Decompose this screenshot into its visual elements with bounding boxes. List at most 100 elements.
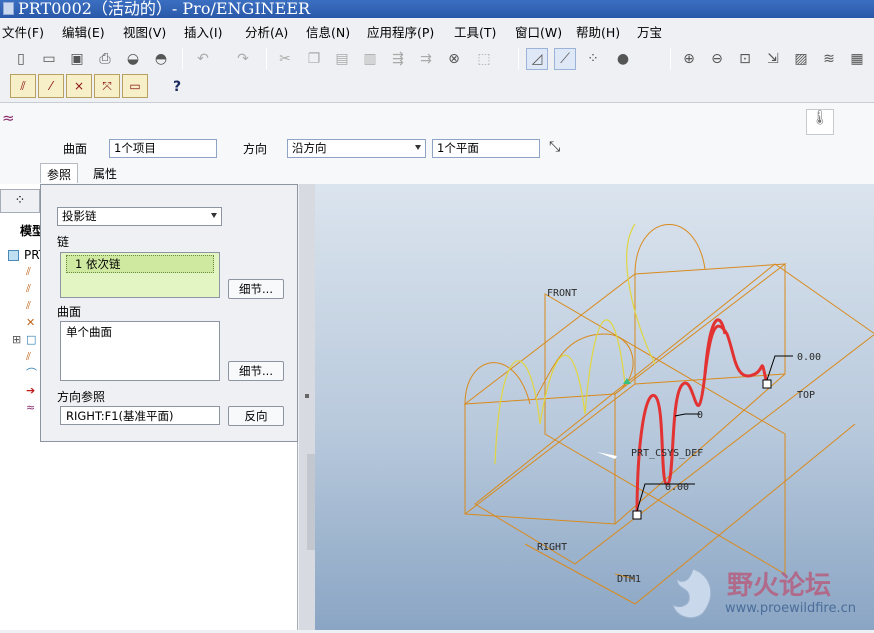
datum-point-filter-icon[interactable]: × <box>66 74 92 98</box>
watermark-url: www.proewildfire.cn <box>725 601 856 616</box>
insert-here-icon: ➔ <box>26 384 36 397</box>
sketch-curve-2 <box>539 354 586 425</box>
viewport-labels: FRONT TOP RIGHT DTM1 PRT_CSYS_DEF 0.00 0… <box>537 288 821 585</box>
watermark-title: 野火论坛 <box>727 571 832 601</box>
surfaces-label: 曲面 <box>57 305 82 319</box>
regenerate-icon[interactable]: ⇶ <box>387 48 409 70</box>
menu-edit[interactable]: 编辑(E) <box>62 22 105 41</box>
projection-type-dropdown[interactable]: 投影链 <box>57 207 222 226</box>
chain-label: 链 <box>57 235 70 249</box>
label-dim1: 0.00 <box>665 482 689 493</box>
direction-dropdown[interactable]: 沿方向 <box>287 139 426 158</box>
redo-icon[interactable]: ↷ <box>232 48 254 70</box>
select-box-icon[interactable]: ⬚ <box>471 48 497 70</box>
forum-watermark: 野火论坛 www.proewildfire.cn <box>663 563 868 623</box>
tab-properties[interactable]: 属性 <box>87 163 123 183</box>
tab-references[interactable]: 参照 <box>40 163 79 183</box>
menu-view[interactable]: 视图(V) <box>123 22 166 41</box>
print-icon[interactable]: ⎙ <box>94 48 116 70</box>
find-icon[interactable]: ⊗ <box>443 48 465 70</box>
flip-direction-icon[interactable]: ⤡ <box>549 139 560 155</box>
csys-display-icon[interactable]: ● <box>612 48 634 70</box>
splitter-handle[interactable] <box>307 454 315 550</box>
part-icon <box>8 250 19 261</box>
menu-info[interactable]: 信息(N) <box>306 22 350 41</box>
datum-point-display-icon[interactable]: ⁘ <box>582 48 604 70</box>
handle-end <box>762 379 772 389</box>
open-icon[interactable]: ▭ <box>38 48 60 70</box>
menu-tools[interactable]: 工具(T) <box>454 22 496 41</box>
email-attach-icon[interactable]: ◓ <box>150 48 172 70</box>
surfaces-details-button[interactable]: 细节... <box>228 361 284 381</box>
email-icon[interactable]: ◒ <box>122 48 144 70</box>
csys-icon: ✕ <box>26 316 36 329</box>
direction-label: 方向 <box>243 142 268 156</box>
zoom-in-icon[interactable]: ⊕ <box>678 48 700 70</box>
regen-manager-icon[interactable]: ⇉ <box>415 48 437 70</box>
copy-icon[interactable]: ❐ <box>303 48 325 70</box>
menu-insert[interactable]: 插入(I) <box>184 22 222 41</box>
grip-icon <box>305 394 309 398</box>
direction-ref-collector[interactable]: RIGHT:F1(基准平面) <box>60 406 220 425</box>
menu-applications[interactable]: 应用程序(P) <box>367 22 434 41</box>
surface-item[interactable]: 单个曲面 <box>66 324 214 340</box>
zoom-out-icon[interactable]: ⊖ <box>706 48 728 70</box>
box-right-face <box>614 264 786 525</box>
window-title: PRT0002（活动的）- Pro/ENGINEER <box>18 0 311 18</box>
view-manager-icon[interactable]: ▦ <box>846 48 868 70</box>
plane-collector[interactable]: 1个平面 <box>432 139 540 158</box>
handle-start <box>632 510 642 520</box>
saved-views-icon[interactable]: ▨ <box>790 48 812 70</box>
label-top: TOP <box>797 390 815 401</box>
annotation-filter-icon[interactable]: ▭ <box>122 74 148 98</box>
datum-axis-filter-icon[interactable]: ⁄ <box>38 74 64 98</box>
layers-icon[interactable]: ≋ <box>818 48 840 70</box>
cut-icon[interactable]: ✂ <box>274 48 296 70</box>
model-tree-tab[interactable]: ⁘ <box>0 189 40 213</box>
refit-icon[interactable]: ⊡ <box>734 48 756 70</box>
datum-plane-display-icon[interactable]: ◿ <box>526 48 548 70</box>
paste-special-icon[interactable]: ▥ <box>359 48 381 70</box>
orient-icon[interactable]: ⇲ <box>762 48 784 70</box>
chevron-down-icon <box>415 145 421 150</box>
main-toolbar: ▯ ▭ ▣ ⎙ ◒ ◓ ↶ ↷ ✂ ❐ ▤ ▥ ⇶ ⇉ ⊗ ⬚ ◿ ⟋ ⁘ ● … <box>0 42 874 74</box>
label-csys: PRT_CSYS_DEF <box>631 448 703 459</box>
filter-toolbar: ⫽ ⁄ × ⤧ ▭ ? <box>0 72 874 102</box>
chain-collector[interactable]: 1 依次链 <box>60 252 220 298</box>
project-feature-icon: ≈ <box>2 109 15 127</box>
datum-axis-display-icon[interactable]: ⟋ <box>554 48 576 70</box>
new-icon[interactable]: ▯ <box>10 48 32 70</box>
datum-plane-icon: ⫽ <box>26 350 31 363</box>
label-right: RIGHT <box>537 542 567 553</box>
box-back-edge <box>464 373 786 515</box>
menu-file[interactable]: 文件(F) <box>2 22 44 41</box>
feature-icon: □ <box>26 333 37 346</box>
expand-icon[interactable]: ⊞ <box>12 334 24 345</box>
context-help-icon[interactable]: ? <box>166 76 188 98</box>
chain-details-button[interactable]: 细节... <box>228 279 284 299</box>
paste-icon[interactable]: ▤ <box>331 48 353 70</box>
chain-item[interactable]: 1 依次链 <box>66 255 214 273</box>
direction-ref-label: 方向参照 <box>57 390 106 404</box>
surface-collector[interactable]: 1个项目 <box>109 139 217 158</box>
datum-geometry <box>463 224 874 605</box>
thermometer-icon[interactable]: 🌡 <box>806 109 834 135</box>
feature-dashboard: ≈ 曲面 1个项目 方向 沿方向 1个平面 ⤡ 🌡 参照 属性 <box>0 102 874 184</box>
surfaces-collector[interactable]: 单个曲面 <box>60 321 220 381</box>
csys-filter-icon[interactable]: ⤧ <box>94 74 120 98</box>
menu-analysis[interactable]: 分析(A) <box>245 22 288 41</box>
flip-button[interactable]: 反向 <box>228 406 284 426</box>
datum-plane-filter-icon[interactable]: ⫽ <box>10 74 36 98</box>
undo-icon[interactable]: ↶ <box>192 48 214 70</box>
label-dim2: 0.00 <box>797 352 821 363</box>
menu-wanbao[interactable]: 万宝 <box>637 22 662 41</box>
menu-bar: 文件(F) 编辑(E) 视图(V) 插入(I) 分析(A) 信息(N) 应用程序… <box>0 18 874 42</box>
datum-plane-icon: ⫽ <box>26 265 31 278</box>
box-front-face <box>464 394 616 525</box>
panel-splitter[interactable] <box>299 184 315 630</box>
menu-window[interactable]: 窗口(W) <box>515 22 562 41</box>
datum-plane-front <box>544 293 786 575</box>
tree-icon: ⁘ <box>14 193 26 208</box>
save-icon[interactable]: ▣ <box>66 48 88 70</box>
menu-help[interactable]: 帮助(H) <box>576 22 620 41</box>
